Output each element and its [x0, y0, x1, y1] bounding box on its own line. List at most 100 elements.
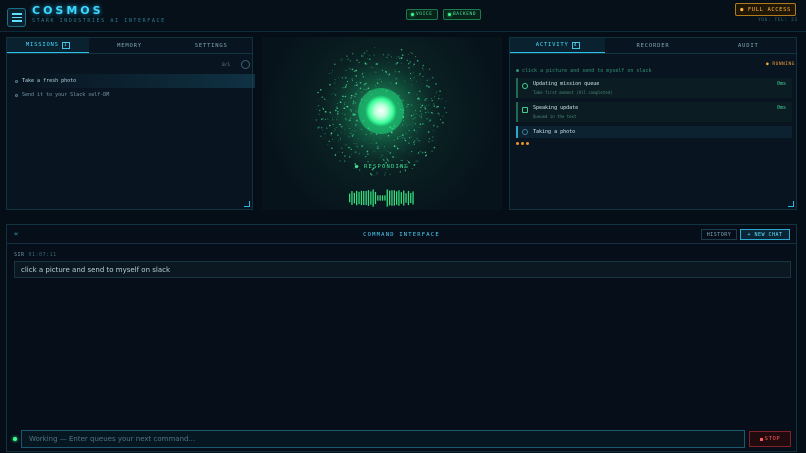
full-access-button[interactable]: ● FULL ACCESS — [735, 3, 796, 16]
orb-particle — [334, 127, 335, 129]
mission-item[interactable]: Take a fresh photo — [15, 74, 255, 88]
orb-particle — [344, 129, 346, 131]
activity-panel: ACTIVITY 4 RECORDER AUDIT ● RUNNING ● cl… — [509, 37, 797, 210]
orb-particle — [419, 123, 421, 125]
command-input[interactable]: Working — Enter queues your next command… — [21, 430, 745, 448]
activity-item[interactable]: Updating mission queue Take first moment… — [516, 78, 792, 98]
orb-particle — [362, 174, 364, 175]
activity-item-current[interactable]: Taking a photo — [516, 126, 792, 138]
mission-checkbox-icon — [15, 79, 18, 83]
orb-particle — [445, 101, 447, 103]
orb-particle — [375, 71, 377, 73]
orb-particle — [428, 120, 430, 123]
orb-particle — [364, 83, 366, 85]
tab-recorder[interactable]: RECORDER — [605, 38, 700, 53]
orb-particle — [432, 77, 434, 79]
orb-particle — [353, 143, 355, 145]
orb-particle — [359, 151, 361, 153]
orb-particle — [335, 106, 338, 108]
waveform-bar — [374, 191, 377, 205]
orb-particle — [411, 52, 413, 55]
orb-particle — [362, 76, 365, 78]
orb-particle — [418, 64, 420, 66]
orb-particle — [387, 159, 389, 161]
tab-audit[interactable]: AUDIT — [701, 38, 796, 53]
orb-particle — [322, 107, 323, 109]
orb-particle — [332, 123, 334, 126]
tab-activity[interactable]: ACTIVITY 4 — [510, 38, 606, 53]
right-tabs: ACTIVITY 4 RECORDER AUDIT — [510, 38, 796, 54]
menu-icon[interactable] — [7, 8, 26, 27]
orb-particle — [390, 82, 392, 84]
orb-particle — [351, 135, 354, 137]
orb-particle — [341, 126, 343, 128]
orb-particle — [341, 151, 343, 153]
orb-particle — [349, 60, 352, 62]
orb-particle — [408, 129, 410, 132]
orb-particle — [418, 75, 420, 77]
tab-recorder-label: RECORDER — [636, 42, 670, 49]
backend-status-badge: BACKEND — [443, 9, 482, 20]
orb-particle — [318, 126, 321, 128]
orb-particle — [332, 119, 334, 121]
activity-item[interactable]: Speaking update Queued in the text 0ms — [516, 102, 792, 122]
waveform-bar — [372, 189, 374, 207]
orb-particle — [407, 125, 408, 127]
orb-particle — [435, 91, 438, 93]
new-chat-button[interactable]: + NEW CHAT — [740, 229, 790, 240]
orb-particle — [327, 118, 329, 120]
orb-particle — [366, 88, 368, 90]
orb-particle — [340, 138, 342, 140]
orb-particle — [352, 114, 354, 116]
orb-particle — [350, 94, 353, 97]
orb-particle — [370, 132, 372, 135]
orb-particle — [404, 80, 406, 82]
orb-particle — [413, 72, 415, 74]
orb-particle — [341, 77, 343, 79]
orb-particle — [355, 94, 357, 95]
orb-particle — [414, 116, 416, 119]
orb-particle — [338, 140, 340, 142]
orb-particle — [352, 100, 355, 102]
orb-particle — [417, 160, 419, 162]
orb-particle — [362, 55, 364, 57]
orb-particle — [339, 160, 341, 162]
orb-particle — [339, 58, 341, 60]
tab-missions-label: MISSIONS — [25, 42, 59, 48]
orb-particle — [370, 173, 373, 176]
orb-particle — [431, 112, 434, 114]
orb-particle — [383, 159, 385, 161]
orb-particle — [358, 61, 360, 63]
tab-settings[interactable]: SETTINGS — [170, 38, 252, 53]
orb-particle — [385, 70, 387, 73]
mission-item[interactable]: Send it to your Slack self-DM — [15, 88, 255, 102]
orb-particle — [444, 107, 446, 109]
orb-particle — [428, 79, 430, 81]
orb-particle — [415, 56, 417, 58]
orb-particle — [350, 148, 352, 150]
orb-particle — [349, 156, 351, 158]
message-timestamp: 01:07:11 — [28, 252, 57, 258]
waveform-bar — [389, 190, 391, 206]
orb-particle — [424, 99, 426, 102]
orb-particle — [441, 98, 443, 100]
orb-particle — [375, 63, 377, 65]
orb-particle — [356, 119, 358, 122]
activity-title: Speaking update — [533, 105, 579, 111]
tab-missions[interactable]: MISSIONS 1 — [7, 38, 89, 53]
orb-particle — [402, 99, 404, 101]
app-subtitle: STARK INDUSTRIES AI INTERFACE — [32, 18, 166, 24]
orb-particle — [428, 86, 430, 88]
stop-button[interactable]: STOP — [749, 431, 791, 447]
orb-particle — [426, 105, 427, 106]
orb-particle — [329, 124, 331, 127]
loading-dots — [516, 142, 529, 145]
orb-particle — [408, 67, 410, 69]
orb-particle — [414, 140, 416, 142]
history-button[interactable]: HISTORY — [701, 229, 737, 240]
tab-memory[interactable]: MEMORY — [89, 38, 171, 53]
orb-particle — [412, 122, 413, 124]
orb-particle — [317, 91, 319, 94]
waveform-bar — [377, 195, 379, 201]
mission-label: Take a fresh photo — [22, 78, 77, 84]
